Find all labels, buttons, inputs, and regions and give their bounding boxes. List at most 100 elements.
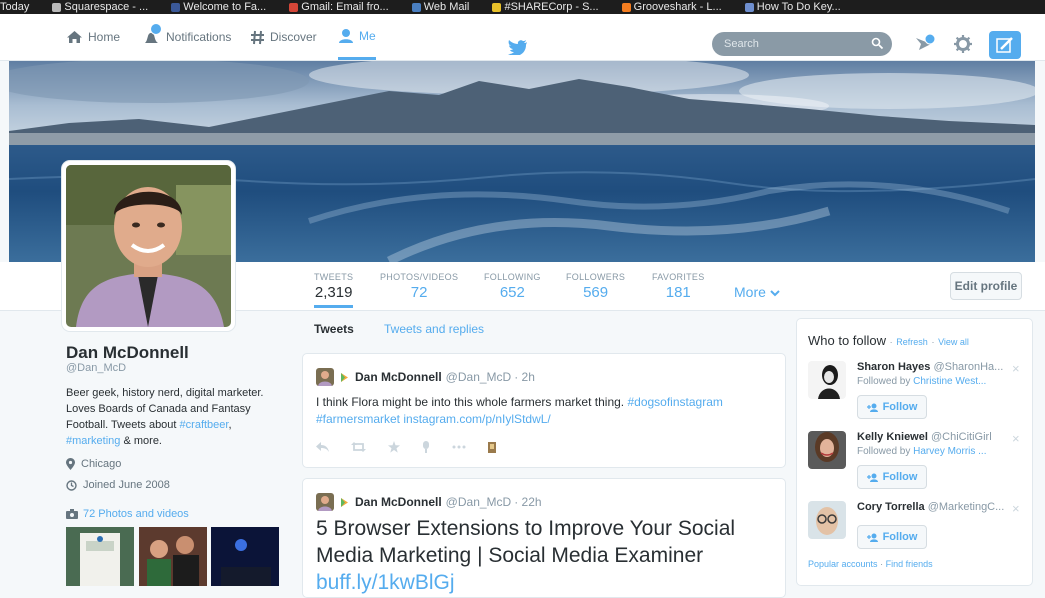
nav-discover[interactable]: Discover bbox=[250, 14, 317, 60]
hashtag-icon bbox=[251, 30, 264, 44]
settings-gear-icon[interactable] bbox=[954, 35, 972, 53]
twitter-bird-icon[interactable] bbox=[508, 39, 528, 55]
view-all-link[interactable]: View all bbox=[938, 337, 969, 347]
photo-thumbnail[interactable] bbox=[139, 527, 207, 586]
more-dropdown[interactable]: More bbox=[734, 284, 780, 300]
hashtag-link-dogsofinstagram[interactable]: #dogsofinstagram bbox=[627, 395, 722, 409]
profile-bio: Beer geek, history nerd, digital markete… bbox=[66, 387, 264, 447]
stat-tweets[interactable]: TWEETS 2,319 bbox=[314, 272, 354, 308]
search-input[interactable] bbox=[722, 37, 871, 51]
pocket-icon[interactable] bbox=[422, 441, 430, 453]
search-box[interactable] bbox=[712, 32, 892, 56]
pinned-icon bbox=[341, 372, 348, 382]
bookmark-grooveshark[interactable]: Grooveshark - L... bbox=[621, 0, 722, 14]
clock-icon bbox=[66, 479, 77, 491]
suggestion-name[interactable]: Kelly Kniewel @ChiCitiGirl bbox=[857, 431, 1007, 443]
photo-preview-icon[interactable] bbox=[488, 441, 496, 453]
bookmark-gmail[interactable]: Gmail: Email fro... bbox=[289, 0, 389, 14]
tweet-header: Dan McDonnell @Dan_McD · 22h bbox=[316, 493, 542, 511]
suggestion-item: Sharon Hayes @SharonHa... Followed by Ch… bbox=[808, 361, 1028, 431]
edit-profile-button[interactable]: Edit profile bbox=[950, 272, 1022, 300]
bookmark-sharecorp[interactable]: #SHARECorp - S... bbox=[492, 0, 599, 14]
hashtag-link-craftbeer[interactable]: #craftbeer bbox=[180, 419, 229, 431]
squarespace-icon bbox=[52, 2, 62, 12]
chevron-down-icon bbox=[770, 290, 780, 297]
popular-accounts-link[interactable]: Popular accounts bbox=[808, 559, 878, 569]
bookmark-howto[interactable]: How To Do Key... bbox=[744, 0, 841, 14]
refresh-link[interactable]: Refresh bbox=[896, 337, 928, 347]
add-user-icon bbox=[866, 533, 878, 542]
tweet-header: Dan McDonnell @Dan_McD · 2h bbox=[316, 368, 535, 386]
follow-button[interactable]: Follow bbox=[857, 395, 927, 419]
bookmark-facebook[interactable]: Welcome to Fa... bbox=[171, 0, 266, 14]
search-icon[interactable] bbox=[871, 37, 884, 50]
grooveshark-icon bbox=[621, 2, 631, 12]
home-icon bbox=[67, 31, 82, 43]
tweet-card[interactable]: Dan McDonnell @Dan_McD · 2h I think Flor… bbox=[302, 353, 786, 468]
gmail-icon bbox=[289, 2, 299, 12]
tweet-text: 5 Browser Extensions to Improve Your Soc… bbox=[316, 517, 736, 594]
who-to-follow-footer: Popular accounts · Find friends bbox=[808, 559, 933, 569]
notification-badge bbox=[150, 23, 162, 35]
location-pin-icon bbox=[66, 458, 75, 470]
bookmark-today[interactable]: Today bbox=[0, 0, 29, 14]
stat-following[interactable]: FOLLOWING 652 bbox=[484, 272, 541, 301]
profile-name: Dan McDonnell bbox=[66, 343, 189, 362]
suggestion-avatar[interactable] bbox=[808, 431, 846, 469]
webmail-icon bbox=[411, 2, 421, 12]
photo-thumbnail[interactable] bbox=[211, 527, 279, 586]
profile-location: Chicago bbox=[66, 458, 121, 470]
suggestion-avatar[interactable] bbox=[808, 361, 846, 399]
profile-avatar[interactable] bbox=[62, 161, 235, 331]
messages-icon[interactable] bbox=[914, 32, 936, 54]
tweet-card[interactable]: Dan McDonnell @Dan_McD · 22h 5 Browser E… bbox=[302, 478, 786, 598]
tweet-link[interactable]: buff.ly/1kwBlGj bbox=[316, 571, 455, 594]
tweet-actions bbox=[316, 441, 518, 453]
retweet-icon[interactable] bbox=[351, 442, 366, 452]
photo-thumbnail[interactable] bbox=[66, 527, 134, 586]
howto-icon bbox=[744, 2, 754, 12]
bookmarks-bar: Today Squarespace - ... Welcome to Fa...… bbox=[0, 0, 1045, 14]
dismiss-x-icon[interactable]: × bbox=[1012, 361, 1020, 376]
add-user-icon bbox=[866, 403, 878, 412]
followed-by: Followed by Harvey Morris ... bbox=[857, 446, 987, 457]
follow-button[interactable]: Follow bbox=[857, 465, 927, 489]
tab-tweets[interactable]: Tweets bbox=[314, 322, 354, 336]
tweet-avatar[interactable] bbox=[316, 368, 334, 386]
who-to-follow-panel: Who to follow · Refresh · View all Sharo… bbox=[796, 318, 1033, 586]
nav-notifications[interactable]: Notifications bbox=[143, 14, 231, 60]
nav-me[interactable]: Me bbox=[338, 14, 376, 60]
tab-tweets-and-replies[interactable]: Tweets and replies bbox=[384, 322, 484, 336]
follow-button[interactable]: Follow bbox=[857, 525, 927, 549]
hashtag-link-marketing[interactable]: #marketing bbox=[66, 435, 120, 447]
tweet-text: I think Flora might be into this whole f… bbox=[316, 395, 723, 426]
person-icon bbox=[339, 29, 353, 43]
photos-videos-link[interactable]: 72 Photos and videos bbox=[66, 508, 189, 520]
hashtag-link-farmersmarket[interactable]: #farmersmarket instagram.com/p/nIylStdwL… bbox=[316, 412, 551, 426]
dismiss-x-icon[interactable]: × bbox=[1012, 501, 1020, 516]
suggestion-name[interactable]: Cory Torrella @MarketingC... bbox=[857, 501, 1007, 513]
reply-icon[interactable] bbox=[316, 442, 329, 452]
stat-followers[interactable]: FOLLOWERS 569 bbox=[566, 272, 625, 301]
suggestion-item: Kelly Kniewel @ChiCitiGirl Followed by H… bbox=[808, 431, 1028, 501]
bookmark-webmail[interactable]: Web Mail bbox=[411, 0, 469, 14]
stat-favorites[interactable]: FAVORITES 181 bbox=[652, 272, 705, 301]
tweet-avatar[interactable] bbox=[316, 493, 334, 511]
add-user-icon bbox=[866, 473, 878, 482]
profile-handle: @Dan_McD bbox=[66, 362, 127, 374]
who-to-follow-title: Who to follow · Refresh · View all bbox=[808, 333, 969, 348]
dismiss-x-icon[interactable]: × bbox=[1012, 431, 1020, 446]
suggestion-avatar[interactable] bbox=[808, 501, 846, 539]
stat-photos-videos[interactable]: PHOTOS/VIDEOS 72 bbox=[380, 272, 458, 301]
profile-joined-date: Joined June 2008 bbox=[66, 479, 170, 491]
nav-home[interactable]: Home bbox=[66, 14, 120, 60]
sharecorp-icon bbox=[492, 2, 502, 12]
camera-icon bbox=[66, 509, 78, 519]
find-friends-link[interactable]: Find friends bbox=[886, 559, 933, 569]
more-dots-icon[interactable] bbox=[452, 445, 466, 449]
compose-tweet-button[interactable] bbox=[989, 31, 1021, 59]
bookmark-squarespace[interactable]: Squarespace - ... bbox=[52, 0, 148, 14]
favorite-star-icon[interactable] bbox=[388, 441, 400, 453]
suggestion-name[interactable]: Sharon Hayes @SharonHa... bbox=[857, 361, 1007, 373]
pinned-icon bbox=[341, 497, 348, 507]
